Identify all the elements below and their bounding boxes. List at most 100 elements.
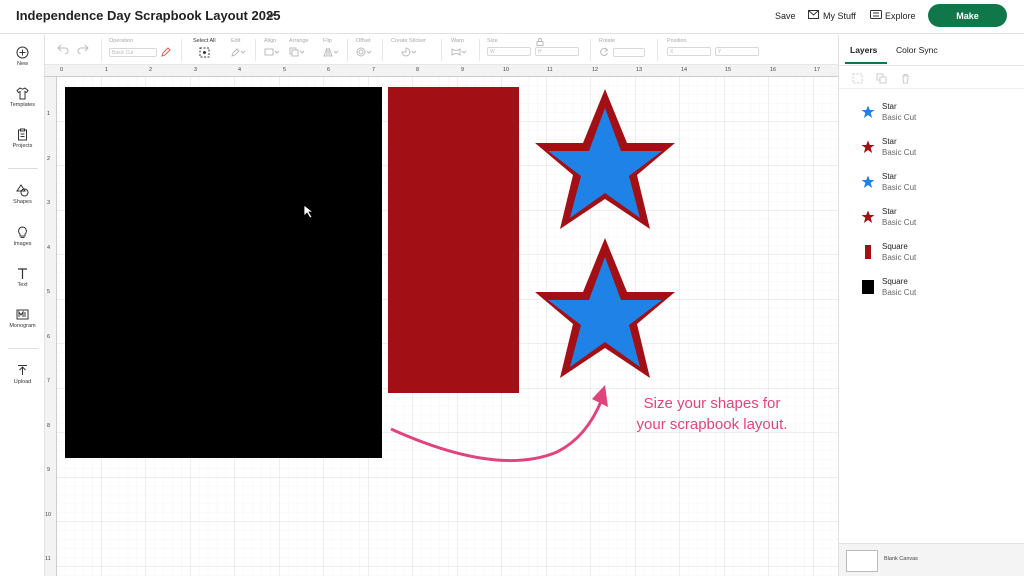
- layer-item[interactable]: Square Basic Cut: [861, 242, 1011, 268]
- sidebar-item-projects[interactable]: Projects: [0, 128, 45, 149]
- my-stuff-link[interactable]: My Stuff: [823, 11, 856, 21]
- size-label: Size: [487, 38, 498, 44]
- lock-icon[interactable]: [536, 38, 544, 46]
- ruler-number: 6: [327, 67, 331, 73]
- toolbar-divider: [181, 39, 182, 61]
- arrange-icon[interactable]: [289, 47, 305, 57]
- ruler-number: 1: [105, 67, 109, 73]
- explore-icon[interactable]: [870, 10, 882, 19]
- ruler-number: 8: [47, 423, 51, 429]
- height-input[interactable]: H: [535, 47, 579, 56]
- sidebar-item-label: Monogram: [9, 323, 36, 329]
- project-title[interactable]: Independence Day Scrapbook Layout 2025: [16, 8, 280, 23]
- layer-operation: Basic Cut: [882, 253, 917, 262]
- ruler-number: 13: [636, 67, 643, 73]
- group-icon[interactable]: [852, 73, 863, 84]
- pen-icon[interactable]: [161, 47, 171, 57]
- layer-item[interactable]: Star Basic Cut: [861, 207, 1011, 233]
- ruler-number: 15: [725, 67, 732, 73]
- ruler-number: 5: [283, 67, 287, 73]
- ruler-number: 2: [47, 156, 51, 162]
- offset-icon[interactable]: [356, 47, 372, 57]
- layer-name: Star: [882, 137, 897, 146]
- undo-icon[interactable]: [57, 44, 69, 54]
- layer-item[interactable]: Star Basic Cut: [861, 102, 1011, 128]
- ruler-number: 10: [503, 67, 510, 73]
- create-sticker-label: Create Sticker: [391, 38, 426, 44]
- redo-icon[interactable]: [77, 44, 89, 54]
- align-icon[interactable]: [264, 47, 280, 57]
- toolbar-divider: [101, 39, 102, 61]
- select-all-icon[interactable]: [199, 47, 210, 58]
- operation-select[interactable]: Basic Cut: [109, 47, 157, 57]
- sidebar-item-label: Templates: [9, 102, 36, 108]
- ruler-number: 11: [547, 67, 553, 73]
- layer-name: Square: [882, 242, 908, 251]
- flip-icon[interactable]: [323, 47, 339, 57]
- chevron-down-icon[interactable]: [266, 10, 276, 20]
- ruler-number: 4: [47, 245, 51, 251]
- top-bar: Independence Day Scrapbook Layout 2025 S…: [0, 0, 1024, 34]
- warp-group: Warp: [451, 38, 467, 59]
- warp-icon[interactable]: [451, 47, 467, 57]
- shapes-icon: [16, 184, 29, 197]
- black-square-shape[interactable]: [65, 87, 382, 458]
- rotate-input[interactable]: [613, 47, 645, 57]
- star-icon: [861, 175, 875, 188]
- duplicate-icon[interactable]: [876, 73, 887, 84]
- blank-canvas-swatch: [846, 550, 878, 572]
- edit-icon[interactable]: [231, 47, 245, 57]
- my-stuff-icon[interactable]: [808, 10, 819, 19]
- layer-item[interactable]: Square Basic Cut: [861, 277, 1011, 303]
- operation-group: Operation Basic Cut: [109, 38, 171, 57]
- toolbar-divider: [657, 39, 658, 61]
- trash-icon[interactable]: [900, 73, 911, 84]
- upload-icon: [18, 365, 27, 375]
- select-all-group: Select All: [193, 38, 216, 58]
- plus-circle-icon: [16, 46, 29, 59]
- select-all-label: Select All: [193, 38, 216, 44]
- make-button[interactable]: Make: [928, 4, 1007, 27]
- monogram-icon: [16, 309, 29, 320]
- left-sidebar: New Templates Projects Shapes Images Tex…: [0, 35, 45, 576]
- ruler-number: 9: [461, 67, 465, 73]
- width-input[interactable]: W: [487, 47, 531, 56]
- blank-canvas-row[interactable]: Blank Canvas: [839, 543, 1024, 576]
- ruler-number: 5: [47, 289, 51, 295]
- sidebar-item-templates[interactable]: Templates: [0, 87, 45, 108]
- red-rectangle-shape[interactable]: [388, 87, 519, 393]
- sidebar-item-new[interactable]: New: [0, 46, 45, 67]
- sidebar-item-images[interactable]: Images: [0, 226, 45, 247]
- ruler-number: 2: [149, 67, 153, 73]
- rotate-icon[interactable]: [599, 47, 609, 57]
- ruler-number: 12: [592, 67, 599, 73]
- layers-toolbar: [839, 65, 1024, 89]
- edit-label: Edit: [231, 38, 241, 44]
- toolbar-divider: [255, 39, 256, 61]
- ruler-number: 3: [194, 67, 198, 73]
- position-y-input[interactable]: Y: [715, 47, 759, 56]
- toolbar-divider: [347, 39, 348, 61]
- explore-link[interactable]: Explore: [885, 11, 916, 21]
- layer-item[interactable]: Star Basic Cut: [861, 137, 1011, 163]
- sidebar-item-shapes[interactable]: Shapes: [0, 184, 45, 205]
- tab-layers[interactable]: Layers: [850, 45, 877, 55]
- tab-color-sync[interactable]: Color Sync: [896, 45, 938, 55]
- toolbar-divider: [479, 39, 480, 61]
- save-button[interactable]: Save: [775, 11, 796, 21]
- layer-operation: Basic Cut: [882, 148, 917, 157]
- active-tab-indicator: [845, 62, 887, 64]
- sidebar-item-text[interactable]: Text: [0, 267, 45, 288]
- sticker-icon[interactable]: [401, 47, 417, 57]
- layer-item[interactable]: Star Basic Cut: [861, 172, 1011, 198]
- ruler-number: 16: [770, 67, 777, 73]
- flip-group: Flip: [323, 38, 339, 59]
- position-x-input[interactable]: X: [667, 47, 711, 56]
- design-canvas[interactable]: 0 1 2 3 4 5 6 7 8 9 10 11 12 13 14 15 16…: [45, 65, 838, 576]
- layer-name: Star: [882, 172, 897, 181]
- square-icon: [862, 280, 874, 294]
- sidebar-item-monogram[interactable]: Monogram: [0, 308, 45, 329]
- layer-operation: Basic Cut: [882, 113, 917, 122]
- ruler-number: 7: [47, 378, 51, 384]
- sidebar-item-upload[interactable]: Upload: [0, 364, 45, 385]
